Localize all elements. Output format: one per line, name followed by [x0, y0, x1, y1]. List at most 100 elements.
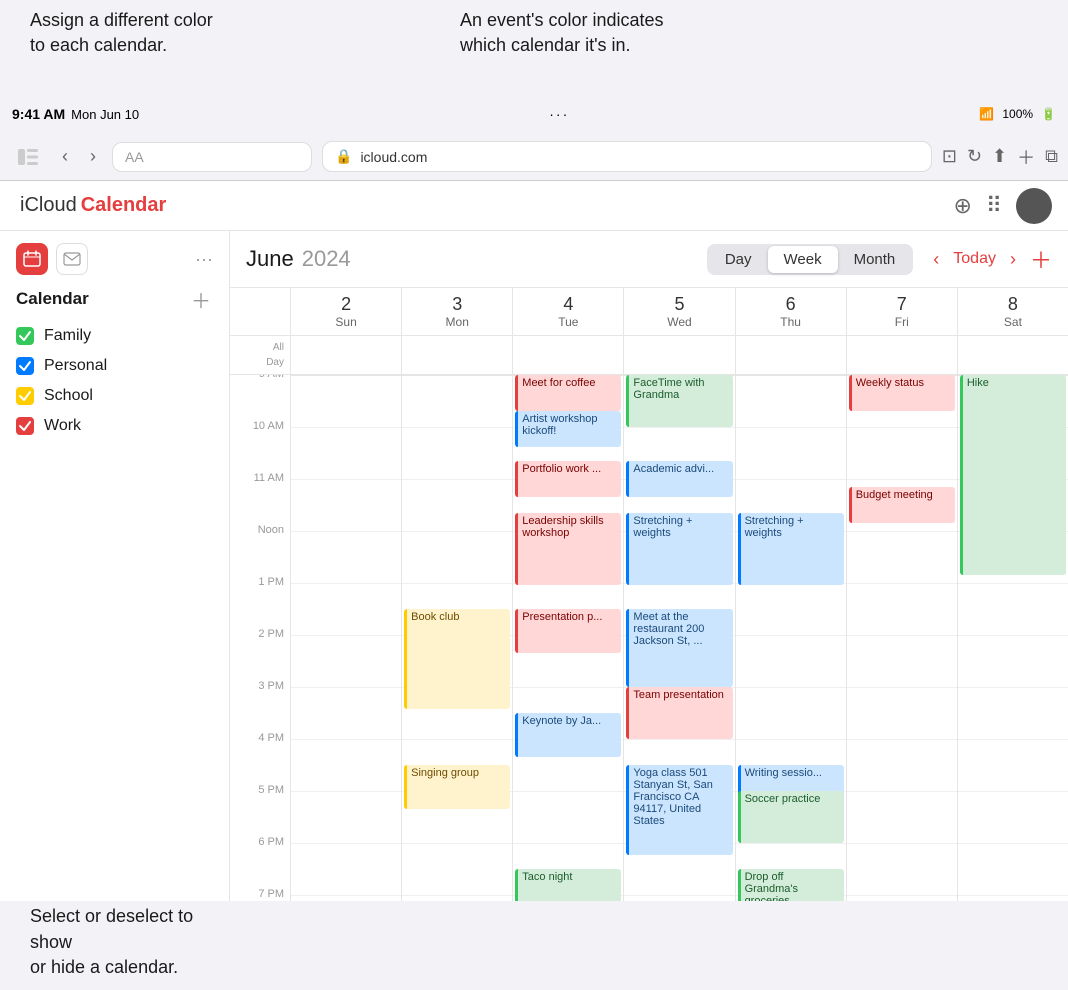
forward-button[interactable]: ›: [84, 142, 102, 171]
url-bar[interactable]: AA: [112, 142, 312, 172]
tabs-button[interactable]: ⧉: [1045, 146, 1058, 167]
day-header-mon: 3 Mon: [401, 288, 512, 335]
event-tue-6[interactable]: Taco night: [515, 869, 621, 901]
day-col-mon: Book club Singing group: [401, 375, 512, 901]
hour-line: [402, 427, 512, 428]
event-tue-3[interactable]: Leadership skills workshop: [515, 513, 621, 585]
day-headers: 2 Sun 3 Mon 4 Tue 5 Wed: [230, 288, 1068, 336]
add-event-button[interactable]: ＋: [1030, 243, 1052, 275]
hour-line: [402, 531, 512, 532]
calendar-list: Family Personal School Work: [16, 321, 213, 441]
cal-color-family: [16, 327, 34, 345]
refresh-button[interactable]: ↻: [967, 146, 982, 167]
day-col-tue: Meet for coffeeArtist workshop kickoff! P…: [512, 375, 623, 901]
hour-line: [291, 375, 401, 376]
event-tue-5[interactable]: Keynote by Ja...: [515, 713, 621, 757]
event-fri-1[interactable]: Budget meeting: [849, 487, 955, 523]
mail-app-icon[interactable]: [56, 243, 88, 275]
annotation-top-left: Assign a different color to each calenda…: [30, 8, 230, 58]
hour-line: [291, 739, 401, 740]
event-wed-4[interactable]: Team presentation: [626, 687, 732, 739]
event-wed-0[interactable]: FaceTime with Grandma: [626, 375, 732, 427]
hour-line: [847, 843, 957, 844]
view-month-button[interactable]: Month: [838, 246, 912, 273]
hour-line: [847, 791, 957, 792]
hour-line: [291, 427, 401, 428]
battery-icon: 🔋: [1041, 107, 1056, 121]
event-sat-0[interactable]: Hike: [960, 375, 1066, 575]
event-tue-2[interactable]: Portfolio work ...: [515, 461, 621, 497]
address-bar[interactable]: 🔒 icloud.com: [322, 141, 932, 172]
lock-icon: 🔒: [335, 148, 352, 165]
hour-line: [958, 635, 1068, 636]
event-fri-0[interactable]: Weekly status: [849, 375, 955, 411]
battery-text: 100%: [1002, 107, 1033, 121]
sidebar-toggle-button[interactable]: [10, 143, 46, 171]
event-mon-1[interactable]: Singing group: [404, 765, 510, 809]
content-area: ··· Calendar ＋ Family Personal School Wo…: [0, 231, 1068, 901]
calendar-year: 2024: [302, 246, 351, 272]
hour-line: [736, 375, 846, 376]
time-column: 9 AM10 AM11 AMNoon1 PM2 PM3 PM4 PM5 PM6 …: [230, 375, 290, 901]
hour-line: [624, 895, 734, 896]
calendar-header: June 2024 Day Week Month ‹ Today › ＋: [230, 231, 1068, 288]
event-thu-3[interactable]: Drop off Grandma's groceries: [738, 869, 844, 901]
next-button[interactable]: ›: [1006, 245, 1020, 274]
icloud-text: iCloud: [20, 194, 77, 217]
day-header-wed: 5 Wed: [623, 288, 734, 335]
scrollable-time-grid: 9 AM10 AM11 AMNoon1 PM2 PM3 PM4 PM5 PM6 …: [230, 375, 1068, 901]
grid-button[interactable]: ⠿: [986, 193, 1002, 219]
browser-chrome: ‹ › AA 🔒 icloud.com ⊡ ↻ ⬆ ＋ ⧉: [0, 133, 1068, 181]
day-header-thu: 6 Thu: [735, 288, 846, 335]
view-day-button[interactable]: Day: [709, 246, 768, 273]
event-mon-0[interactable]: Book club: [404, 609, 510, 709]
cal-color-school: [16, 387, 34, 405]
hour-line: [847, 531, 957, 532]
event-tue-1[interactable]: Artist workshop kickoff!: [515, 411, 621, 447]
hour-line: [402, 375, 512, 376]
add-button[interactable]: ⊕: [953, 193, 971, 219]
hour-line: [736, 479, 846, 480]
hour-line: [847, 427, 957, 428]
hour-line: [624, 427, 734, 428]
app-container: iCloud Calendar ⊕ ⠿: [0, 181, 1068, 901]
hour-line: [624, 739, 734, 740]
event-tue-0[interactable]: Meet for coffee: [515, 375, 621, 411]
today-button[interactable]: Today: [953, 250, 996, 268]
cal-name-work: Work: [44, 417, 81, 435]
share-button[interactable]: ⬆: [992, 146, 1007, 167]
hour-line: [513, 687, 623, 688]
back-button[interactable]: ‹: [56, 142, 74, 171]
status-date: Mon Jun 10: [71, 107, 139, 122]
hour-line: [402, 739, 512, 740]
calendar-app-icon[interactable]: [16, 243, 48, 275]
event-wed-5[interactable]: Yoga class 501 Stanyan St, San Francisco…: [626, 765, 732, 855]
hour-line: [847, 687, 957, 688]
event-wed-1[interactable]: Academic advi...: [626, 461, 732, 497]
new-tab-button[interactable]: ＋: [1017, 144, 1035, 170]
reader-button[interactable]: ⊡: [942, 146, 957, 167]
hour-line: [958, 739, 1068, 740]
event-tue-4[interactable]: Presentation p...: [515, 609, 621, 653]
event-wed-2[interactable]: Stretching + weights: [626, 513, 732, 585]
prev-button[interactable]: ‹: [929, 245, 943, 274]
calendar-item-personal[interactable]: Personal: [16, 351, 213, 381]
avatar: [1016, 188, 1052, 224]
sidebar-more-button[interactable]: ···: [195, 249, 213, 270]
calendar-item-work[interactable]: Work: [16, 411, 213, 441]
event-thu-0[interactable]: Stretching + weights: [738, 513, 844, 585]
time-label-10: 7 PM: [230, 895, 290, 901]
event-thu-2[interactable]: Soccer practice: [738, 791, 844, 843]
hour-line: [513, 843, 623, 844]
app-header: iCloud Calendar ⊕ ⠿: [0, 181, 1068, 231]
calendar-item-family[interactable]: Family: [16, 321, 213, 351]
hour-line: [291, 583, 401, 584]
hour-line: [291, 843, 401, 844]
url-aa: AA: [125, 149, 144, 165]
view-week-button[interactable]: Week: [768, 246, 838, 273]
day-col-thu: Stretching + weightsWriting sessio...Soc…: [735, 375, 846, 901]
calendar-item-school[interactable]: School: [16, 381, 213, 411]
add-calendar-button[interactable]: ＋: [189, 287, 213, 311]
calendar-text: Calendar: [81, 194, 167, 217]
event-wed-3[interactable]: Meet at the restaurant 200 Jackson St, .…: [626, 609, 732, 687]
